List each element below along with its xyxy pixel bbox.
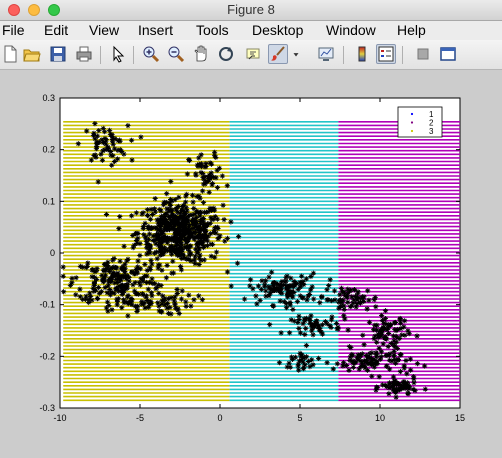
zoom-out-icon[interactable] <box>166 44 186 64</box>
x-tick-label: -5 <box>136 413 144 423</box>
y-tick-label: -0.2 <box>39 351 55 361</box>
toolbar-separator <box>343 46 344 64</box>
data-cursor-icon[interactable] <box>243 44 263 64</box>
x-tick-label: -10 <box>53 413 66 423</box>
hide-tools-icon[interactable] <box>413 44 433 64</box>
y-tick-label: 0.2 <box>42 145 55 155</box>
x-tick-label: 0 <box>217 413 222 423</box>
title-bar: Figure 8 <box>0 0 502 21</box>
pan-icon[interactable] <box>191 44 211 64</box>
colorbar-icon[interactable] <box>352 44 372 64</box>
x-tick-label: 5 <box>297 413 302 423</box>
legend-marker <box>410 121 414 124</box>
show-tools-icon[interactable] <box>438 44 458 64</box>
y-tick-label: 0 <box>50 248 55 258</box>
legend-box <box>397 106 443 138</box>
menu-edit[interactable]: Edit <box>44 22 68 38</box>
menu-view[interactable]: View <box>89 22 119 38</box>
toolbar-separator <box>402 46 403 64</box>
legend-label: 3 <box>429 127 434 136</box>
legend-marker <box>410 129 414 133</box>
link-icon[interactable] <box>316 44 336 64</box>
open-icon[interactable] <box>22 44 42 64</box>
legend-marker <box>410 112 414 116</box>
figure-toolbar <box>0 40 502 70</box>
menu-insert[interactable]: Insert <box>138 22 173 38</box>
save-icon[interactable] <box>48 44 68 64</box>
window-title: Figure 8 <box>227 2 275 17</box>
menu-window[interactable]: Window <box>326 22 376 38</box>
print-icon[interactable] <box>74 44 94 64</box>
new-icon[interactable] <box>0 44 20 64</box>
pointer-icon[interactable] <box>108 44 128 64</box>
legend[interactable]: 123 <box>397 106 443 138</box>
x-tick-label: 15 <box>455 413 465 423</box>
x-tick-label: 10 <box>375 413 385 423</box>
menu-desktop[interactable]: Desktop <box>252 22 303 38</box>
menu-bar: File Edit View Insert Tools Desktop Wind… <box>0 21 502 40</box>
y-tick-label: 0.3 <box>42 93 55 103</box>
toolbar-separator <box>100 46 101 64</box>
plot-svg: -10 -5 0 5 10 15 0.3 0.2 0.1 0 -0.1 -0.2 -0.3 123 <box>39 93 465 423</box>
y-tick-label: -0.1 <box>39 300 55 310</box>
y-tick-label: 0.1 <box>42 196 55 206</box>
toolbar-separator <box>133 46 134 64</box>
brush-icon[interactable] <box>268 44 288 64</box>
brush-dropdown-icon[interactable] <box>290 44 302 64</box>
menu-help[interactable]: Help <box>397 22 426 38</box>
legend-icon[interactable] <box>376 44 396 64</box>
menu-file[interactable]: File <box>2 22 25 38</box>
rotate-icon[interactable] <box>216 44 236 64</box>
menu-tools[interactable]: Tools <box>196 22 229 38</box>
zoom-in-icon[interactable] <box>141 44 161 64</box>
y-tick-label: -0.3 <box>39 403 55 413</box>
